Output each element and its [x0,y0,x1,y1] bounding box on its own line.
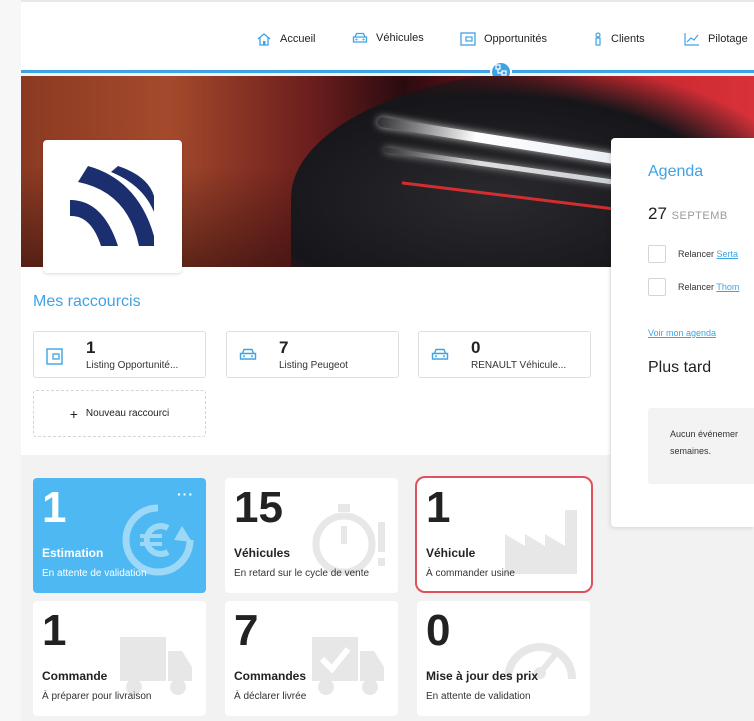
agenda-title: Agenda [648,163,704,180]
left-edge-strip [0,0,21,721]
nav-item-clients[interactable]: Clients [593,32,645,46]
tile-title: Estimation [42,546,104,560]
shortcut-label: Listing Opportunité... [86,360,179,371]
nav-accent-bar [21,70,754,73]
task-checkbox[interactable] [648,245,666,263]
task-text: Relancer Serta [678,249,738,259]
view-agenda-link[interactable]: Voir mon agenda [648,328,716,338]
empty-events-message: Aucun événemer semaines. [648,408,754,484]
kpi-tile-vehicule-usine[interactable]: 1 Véhicule À commander usine [415,476,593,593]
task-prefix: Relancer [678,249,715,259]
tile-value: 0 [426,606,451,655]
person-icon [593,32,603,46]
dealer-logo [43,140,182,273]
nav-item-label: Véhicules [376,32,424,44]
agenda-panel: Agenda 27 SEPTEMB Relancer Serta Relance… [611,138,754,527]
shortcut-count: 0 [471,338,481,357]
nav-item-label: Accueil [280,33,316,45]
tile-menu-button[interactable]: ··· [177,486,194,502]
empty-message-line: Aucun événemer [670,429,739,439]
kpi-tile-commandes-livree[interactable]: 7 Commandes À déclarer livrée [225,601,398,716]
shortcut-count: 7 [279,338,289,357]
kpi-tile-estimation[interactable]: ··· 1 Estimation En attente de validatio… [33,478,206,593]
nav-item-accueil[interactable]: Accueil [256,32,315,46]
task-client-link[interactable]: Thom [716,282,739,292]
car-icon [239,348,257,367]
empty-message-line: semaines. [670,446,712,456]
shortcuts-panel: Mes raccourcis 1 Listing Opportunité... … [21,267,610,455]
home-icon [256,32,272,46]
shortcuts-title: Mes raccourcis [33,293,141,310]
tile-title: Commande [42,669,108,683]
agenda-task: Relancer Thom [648,278,739,296]
tile-subtitle: À commander usine [426,568,515,579]
shortcut-label: RENAULT Véhicule... [471,360,567,371]
chart-line-icon [684,32,700,46]
shortcut-card[interactable]: 0 RENAULT Véhicule... [418,331,591,378]
nav-item-vehicules[interactable]: Véhicules [352,32,424,44]
shortcut-label: Listing Peugeot [279,360,348,371]
car-icon [431,348,449,367]
wallet-icon [460,32,476,46]
nav-item-opportunites[interactable]: Opportunités [460,32,547,46]
tile-value: 1 [42,483,67,532]
tile-value: 1 [42,606,67,655]
task-checkbox[interactable] [648,278,666,296]
tile-value: 1 [426,483,451,532]
tile-subtitle: En attente de validation [42,568,147,579]
truck-check-icon [308,623,388,708]
kpi-tile-mise-a-jour-prix[interactable]: 0 Mise à jour des prix En attente de val… [417,601,590,716]
later-section-title: Plus tard [648,359,712,376]
kpi-tile-vehicules-retard[interactable]: 15 Véhicules En retard sur le cycle de v… [225,478,398,593]
agenda-month: SEPTEMB [671,210,728,222]
plus-icon: + [69,405,78,422]
task-client-link[interactable]: Serta [717,249,739,259]
tile-subtitle: À déclarer livrée [234,691,307,702]
agenda-day: 27 [648,204,667,223]
kpi-tile-commande[interactable]: 1 Commande À préparer pour livraison [33,601,206,716]
tile-title: Mise à jour des prix [426,669,539,683]
car-icon [352,32,368,44]
tile-title: Commandes [234,669,307,683]
task-text: Relancer Thom [678,282,739,292]
nav-item-label: Pilotage [708,33,748,45]
shortcut-count: 1 [86,338,96,357]
shortcut-card[interactable]: 7 Listing Peugeot [226,331,399,378]
top-navigation: Accueil Véhicules Opportunités Clients P… [21,0,754,73]
tile-value: 15 [234,483,283,532]
shortcut-card[interactable]: 1 Listing Opportunité... [33,331,206,378]
tile-subtitle: À préparer pour livraison [42,691,152,702]
new-shortcut-button[interactable]: + Nouveau raccourci [33,390,206,437]
agenda-task: Relancer Serta [648,245,738,263]
tile-subtitle: En retard sur le cycle de vente [234,568,370,579]
new-shortcut-label: Nouveau raccourci [85,408,170,419]
tile-title: Véhicules [234,546,291,560]
wallet-icon [46,348,63,370]
agenda-date: 27 SEPTEMB [648,204,728,224]
nav-item-pilotage[interactable]: Pilotage [684,32,748,46]
tile-subtitle: En attente de validation [426,691,531,702]
nav-item-label: Clients [611,33,645,45]
nav-item-label: Opportunités [484,33,547,45]
tile-value: 7 [234,606,259,655]
tile-title: Véhicule [426,546,476,560]
task-prefix: Relancer [678,282,715,292]
